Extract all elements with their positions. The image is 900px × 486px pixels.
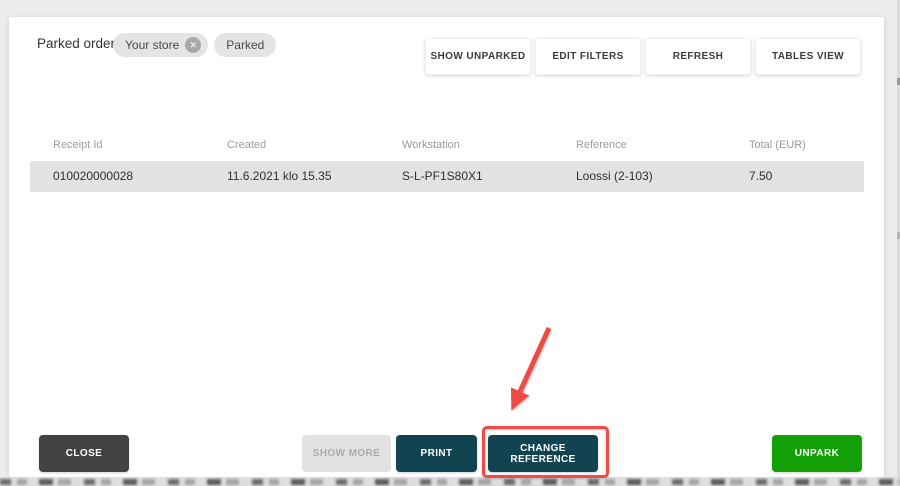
toolbar: SHOW UNPARKED EDIT FILTERS REFRESH TABLE… xyxy=(425,38,861,75)
table-header-row: Receipt Id Created Workstation Reference… xyxy=(30,130,864,160)
change-reference-button[interactable]: CHANGE REFERENCE xyxy=(488,435,598,472)
print-button[interactable]: PRINT xyxy=(396,435,477,472)
cell-receipt-id: 010020000028 xyxy=(53,169,134,183)
cell-total: 7.50 xyxy=(749,169,773,183)
column-header-total: Total (EUR) xyxy=(749,139,806,151)
show-unparked-button[interactable]: SHOW UNPARKED xyxy=(425,38,531,75)
table-row[interactable]: 010020000028 11.6.2021 klo 15.35 S-L-PF1… xyxy=(30,161,864,192)
chip-your-store-label: Your store xyxy=(125,38,180,52)
column-header-reference: Reference xyxy=(576,139,627,151)
background-page-strip xyxy=(0,477,900,486)
column-header-receipt-id: Receipt Id xyxy=(53,139,103,151)
tables-view-button[interactable]: TABLES VIEW xyxy=(755,38,861,75)
chip-parked-label: Parked xyxy=(226,38,265,52)
cell-workstation: S-L-PF1S80X1 xyxy=(402,169,483,183)
column-header-created: Created xyxy=(227,139,267,151)
column-header-workstation: Workstation xyxy=(402,139,460,151)
chip-your-store[interactable]: Your store ✕ xyxy=(113,33,209,57)
cell-created: 11.6.2021 klo 15.35 xyxy=(227,169,332,183)
filter-chips: Your store ✕ Parked xyxy=(113,33,277,57)
chip-remove-icon[interactable]: ✕ xyxy=(185,37,202,53)
edit-filters-button[interactable]: EDIT FILTERS xyxy=(535,38,641,75)
chip-parked[interactable]: Parked xyxy=(214,33,277,57)
show-more-button[interactable]: SHOW MORE xyxy=(302,435,391,472)
refresh-button[interactable]: REFRESH xyxy=(645,38,751,75)
close-button[interactable]: CLOSE xyxy=(39,435,129,472)
cell-reference: Loossi (2-103) xyxy=(576,169,653,183)
unpark-button[interactable]: UNPARK xyxy=(772,435,862,472)
parked-orders-dialog: Parked orders: Your store ✕ Parked SHOW … xyxy=(9,17,884,477)
